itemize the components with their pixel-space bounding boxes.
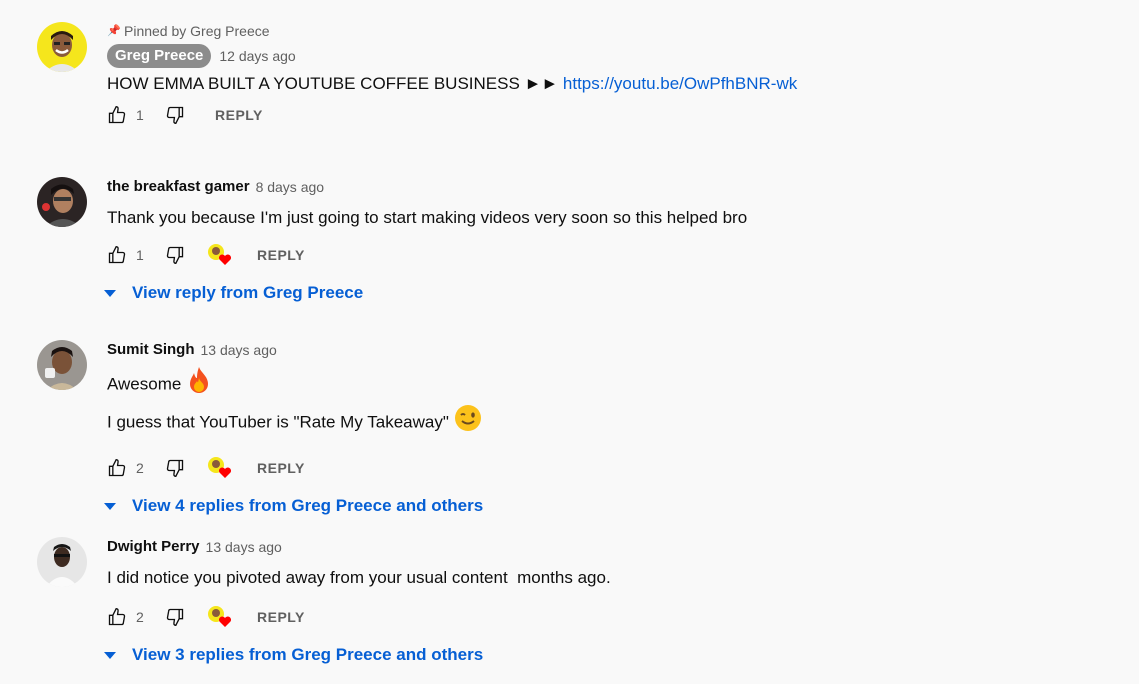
- view-replies-label: View 3 replies from Greg Preece and othe…: [132, 645, 484, 664]
- comment-author[interactable]: Dwight Perry: [107, 537, 200, 557]
- thumbs-down-icon[interactable]: [165, 245, 185, 265]
- like-count: 1: [136, 247, 144, 263]
- comment-text-line: Awesome: [107, 374, 187, 394]
- reply-button[interactable]: REPLY: [257, 247, 305, 263]
- comment-text-content: HOW EMMA BUILT A YOUTUBE COFFEE BUSINESS…: [107, 74, 563, 93]
- creator-heart-icon: [207, 605, 232, 629]
- person-dark-avatar-icon: [37, 177, 87, 227]
- pin-icon: 📌: [107, 25, 121, 37]
- person-grey-avatar-icon: [37, 340, 87, 390]
- comment-time[interactable]: 13 days ago: [201, 340, 277, 360]
- view-replies-button[interactable]: View 3 replies from Greg Preece and othe…: [101, 643, 1139, 667]
- reply-button[interactable]: REPLY: [257, 609, 305, 625]
- comment-time[interactable]: 13 days ago: [206, 537, 282, 557]
- reply-button[interactable]: REPLY: [257, 460, 305, 476]
- person-light-avatar-icon: [37, 537, 87, 587]
- chevron-down-icon: [104, 289, 116, 297]
- view-replies-label: View reply from Greg Preece: [132, 283, 364, 302]
- avatar[interactable]: [37, 340, 87, 390]
- like-count: 1: [136, 107, 144, 123]
- winking-face-emoji-icon: [454, 404, 482, 442]
- thumbs-down-icon[interactable]: [165, 458, 185, 478]
- chevron-down-icon: [104, 651, 116, 659]
- comment-time[interactable]: 8 days ago: [256, 177, 325, 197]
- like-count: 2: [136, 609, 144, 625]
- pinned-text: Pinned by Greg Preece: [124, 23, 270, 39]
- avatar[interactable]: [37, 22, 87, 72]
- comment-author[interactable]: Greg Preece: [107, 44, 212, 68]
- comment-text: HOW EMMA BUILT A YOUTUBE COFFEE BUSINESS…: [107, 69, 1139, 99]
- comment-author[interactable]: the breakfast gamer: [107, 177, 250, 197]
- comment-author[interactable]: Sumit Singh: [107, 340, 195, 360]
- comments-section: 📌 Pinned by Greg Preece Greg Preece 12 d…: [0, 0, 1139, 684]
- thumbs-up-icon[interactable]: [107, 245, 127, 265]
- avatar[interactable]: [37, 537, 87, 587]
- comment-time[interactable]: 12 days ago: [219, 46, 295, 66]
- thumbs-up-icon[interactable]: [107, 458, 127, 478]
- comment-text: Awesome I guess that YouTuber is "Rate M…: [107, 366, 1139, 442]
- like-count: 2: [136, 460, 144, 476]
- comment-text-line: I guess that YouTuber is "Rate My Takeaw…: [107, 412, 454, 432]
- thumbs-down-icon[interactable]: [165, 607, 185, 627]
- creator-heart-icon: [207, 456, 232, 480]
- chevron-down-icon: [104, 502, 116, 510]
- thumbs-down-icon[interactable]: [165, 105, 185, 125]
- pinned-label: 📌 Pinned by Greg Preece: [107, 22, 1139, 40]
- person-yellow-bg-avatar-icon: [37, 22, 87, 72]
- comment-text: I did notice you pivoted away from your …: [107, 568, 611, 587]
- comment-text: Thank you because I'm just going to star…: [107, 208, 748, 227]
- view-replies-label: View 4 replies from Greg Preece and othe…: [132, 496, 484, 515]
- thumbs-up-icon[interactable]: [107, 105, 127, 125]
- thumbs-up-icon[interactable]: [107, 607, 127, 627]
- avatar[interactable]: [37, 177, 87, 227]
- view-replies-button[interactable]: View reply from Greg Preece: [101, 281, 1139, 305]
- fire-emoji-icon: [186, 366, 212, 404]
- reply-button[interactable]: REPLY: [215, 107, 263, 123]
- creator-heart-icon: [207, 243, 232, 267]
- view-replies-button[interactable]: View 4 replies from Greg Preece and othe…: [101, 494, 1139, 518]
- comment-link[interactable]: https://youtu.be/OwPfhBNR-wk: [563, 74, 797, 93]
